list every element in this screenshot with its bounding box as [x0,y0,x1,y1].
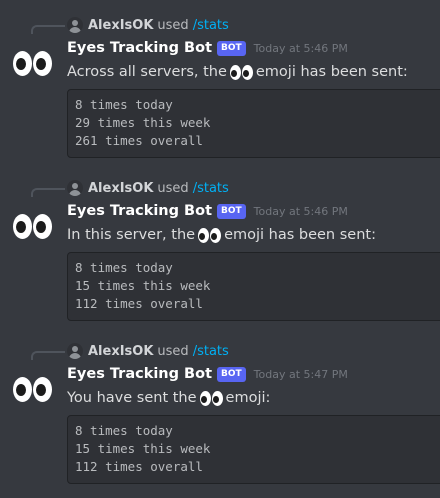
bot-avatar-eyes-icon[interactable] [10,46,54,80]
reply-username[interactable]: AlexIsOK [88,18,153,33]
message-text: Across all servers, the emoji has been s… [67,61,408,83]
reply-avatar-icon[interactable] [67,17,83,33]
stat-overall: 112 times overall [75,459,203,474]
eyes-emoji-icon[interactable] [199,390,223,406]
stat-overall: 261 times overall [75,133,203,148]
eye-right-icon [32,213,52,239]
text-before-emoji: In this server, the [67,227,196,243]
bot-badge: BOT [217,203,246,219]
text-before-emoji: Across all servers, the [67,64,227,80]
eye-left-icon [12,376,32,402]
message-timestamp[interactable]: Today at 5:47 PM [254,368,348,381]
stats-codeblock: 8 times today 15 times this week 112 tim… [67,252,440,321]
reply-used-text: used [157,180,189,196]
reply-avatar-icon[interactable] [67,180,83,196]
bot-avatar-eyes-icon[interactable] [10,209,54,243]
message-text: You have sent the emoji: [67,387,270,409]
text-after-emoji: emoji has been sent: [224,227,376,243]
stat-today: 8 times today [75,97,173,112]
bot-avatar-eyes-icon[interactable] [10,372,54,406]
message-header: Eyes Tracking Bot BOT Today at 5:47 PM [67,364,348,384]
stat-week: 15 times this week [75,441,211,456]
text-after-emoji: emoji: [225,390,271,406]
bot-username[interactable]: Eyes Tracking Bot [67,366,212,382]
eye-left-icon [12,50,32,76]
reply-command[interactable]: /stats [193,181,229,196]
stat-today: 8 times today [75,423,173,438]
stat-today: 8 times today [75,260,173,275]
reply-connector [31,351,65,360]
bot-username[interactable]: Eyes Tracking Bot [67,40,212,56]
message-header: Eyes Tracking Bot BOT Today at 5:46 PM [67,38,348,58]
reply-preview[interactable]: AlexIsOK used /stats [67,342,229,360]
text-after-emoji: emoji has been sent: [255,64,408,80]
message-text: In this server, the emoji has been sent: [67,224,376,246]
reply-preview[interactable]: AlexIsOK used /stats [67,16,229,34]
message-timestamp[interactable]: Today at 5:46 PM [254,42,348,55]
stats-codeblock: 8 times today 15 times this week 112 tim… [67,415,440,484]
reply-used-text: used [157,343,189,359]
stat-week: 15 times this week [75,278,211,293]
reply-command[interactable]: /stats [193,344,229,359]
bot-badge: BOT [217,366,246,382]
reply-avatar-icon[interactable] [67,343,83,359]
reply-connector [31,188,65,197]
reply-connector [31,25,65,34]
eyes-emoji-icon[interactable] [229,64,253,80]
eye-left-icon [12,213,32,239]
message-header: Eyes Tracking Bot BOT Today at 5:46 PM [67,201,348,221]
stat-week: 29 times this week [75,115,211,130]
text-before-emoji: You have sent the [67,390,197,406]
reply-username[interactable]: AlexIsOK [88,181,153,196]
eye-right-icon [32,50,52,76]
reply-used-text: used [157,17,189,33]
bot-username[interactable]: Eyes Tracking Bot [67,203,212,219]
stats-codeblock: 8 times today 29 times this week 261 tim… [67,89,440,158]
eye-right-icon [32,376,52,402]
reply-username[interactable]: AlexIsOK [88,344,153,359]
reply-command[interactable]: /stats [193,18,229,33]
eyes-emoji-icon[interactable] [198,227,222,243]
message-timestamp[interactable]: Today at 5:46 PM [254,205,348,218]
stat-overall: 112 times overall [75,296,203,311]
reply-preview[interactable]: AlexIsOK used /stats [67,179,229,197]
bot-badge: BOT [217,40,246,56]
